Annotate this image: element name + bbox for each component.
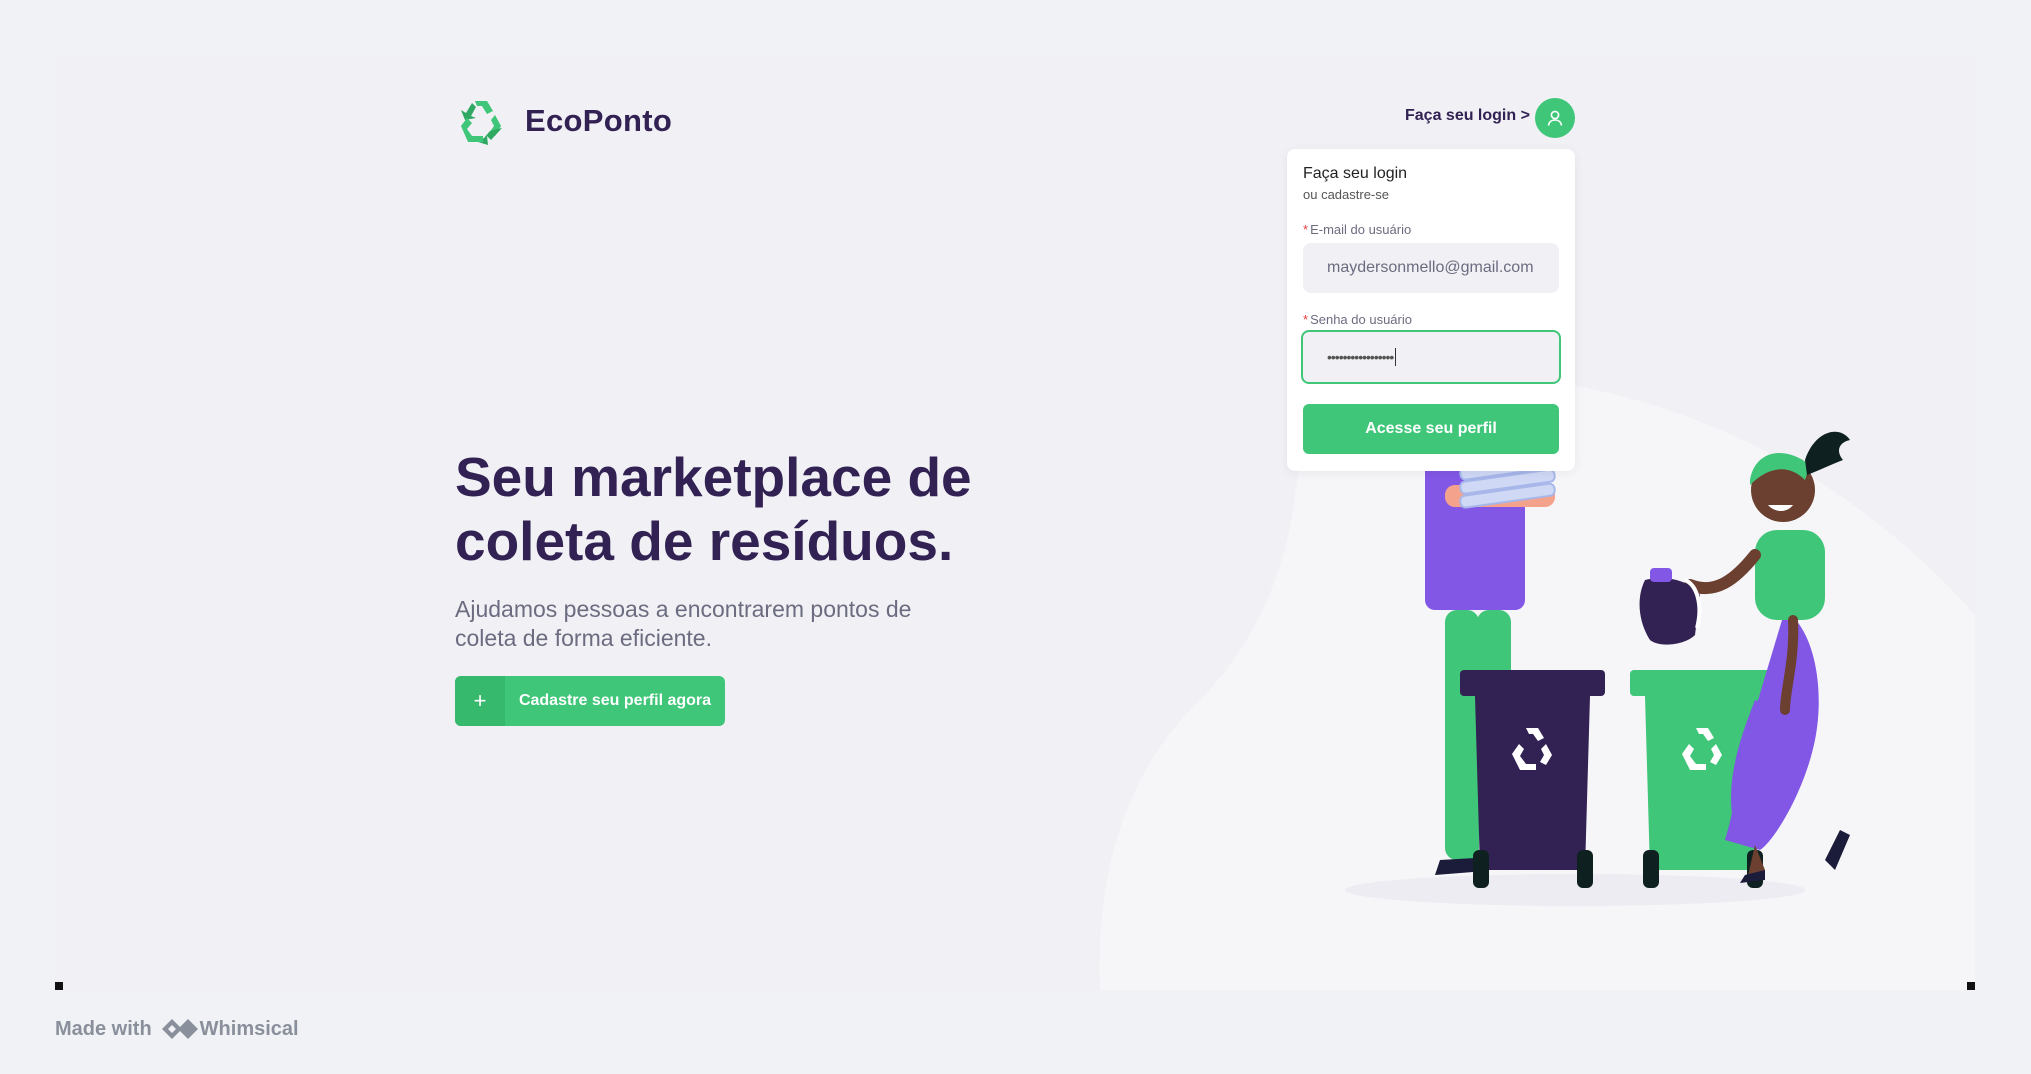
login-popover: Faça seu login ou cadastre-se * E-mail do… (1287, 149, 1575, 471)
plus-icon: + (455, 676, 505, 726)
brand-logo[interactable]: EcoPonto (455, 95, 672, 147)
login-popover-subtitle: ou cadastre-se (1303, 187, 1389, 202)
login-submit-button[interactable]: Acesse seu perfil (1303, 404, 1559, 454)
password-label: * Senha do usuário (1303, 312, 1412, 327)
frame-corner-mark (1967, 982, 1975, 990)
email-field[interactable]: maydersonmello@gmail.com (1303, 243, 1559, 293)
made-with-footer[interactable]: Made with Whimsical (55, 1015, 299, 1043)
user-icon (1547, 110, 1563, 126)
app-frame: EcoPonto Faça seu login > Seu marketplac… (55, 55, 1975, 990)
whimsical-icon (161, 1019, 198, 1039)
password-label-text: Senha do usuário (1310, 312, 1412, 327)
frame-corner-mark (55, 982, 63, 990)
required-mark: * (1303, 222, 1309, 237)
password-field[interactable]: ••••••••••••••••• (1301, 330, 1561, 384)
login-popover-title: Faça seu login (1303, 165, 1408, 182)
register-profile-label: Cadastre seu perfil agora (518, 692, 712, 709)
email-label: * E-mail do usuário (1303, 222, 1411, 237)
text-caret (1395, 348, 1397, 366)
made-with-label: Made with (55, 1017, 152, 1040)
password-value: ••••••••••••••••• (1327, 349, 1394, 365)
email-value: maydersonmello@gmail.com (1327, 259, 1534, 276)
brand-name: EcoPonto (525, 103, 673, 138)
email-label-text: E-mail do usuário (1310, 222, 1412, 237)
hero-subtitle: Ajudamos pessoas a encontrarem pontos de… (455, 596, 912, 651)
whimsical-logo: Whimsical (160, 1015, 299, 1043)
recycle-icon (461, 101, 502, 145)
login-link[interactable]: Faça seu login > (1405, 107, 1530, 125)
user-account-button[interactable] (1535, 98, 1575, 138)
register-profile-button[interactable]: + Cadastre seu perfil agora (455, 676, 725, 726)
hero-title: Seu marketplace de coleta de resíduos. (455, 446, 972, 572)
required-mark: * (1303, 312, 1309, 327)
whimsical-brand: Whimsical (199, 1017, 299, 1040)
